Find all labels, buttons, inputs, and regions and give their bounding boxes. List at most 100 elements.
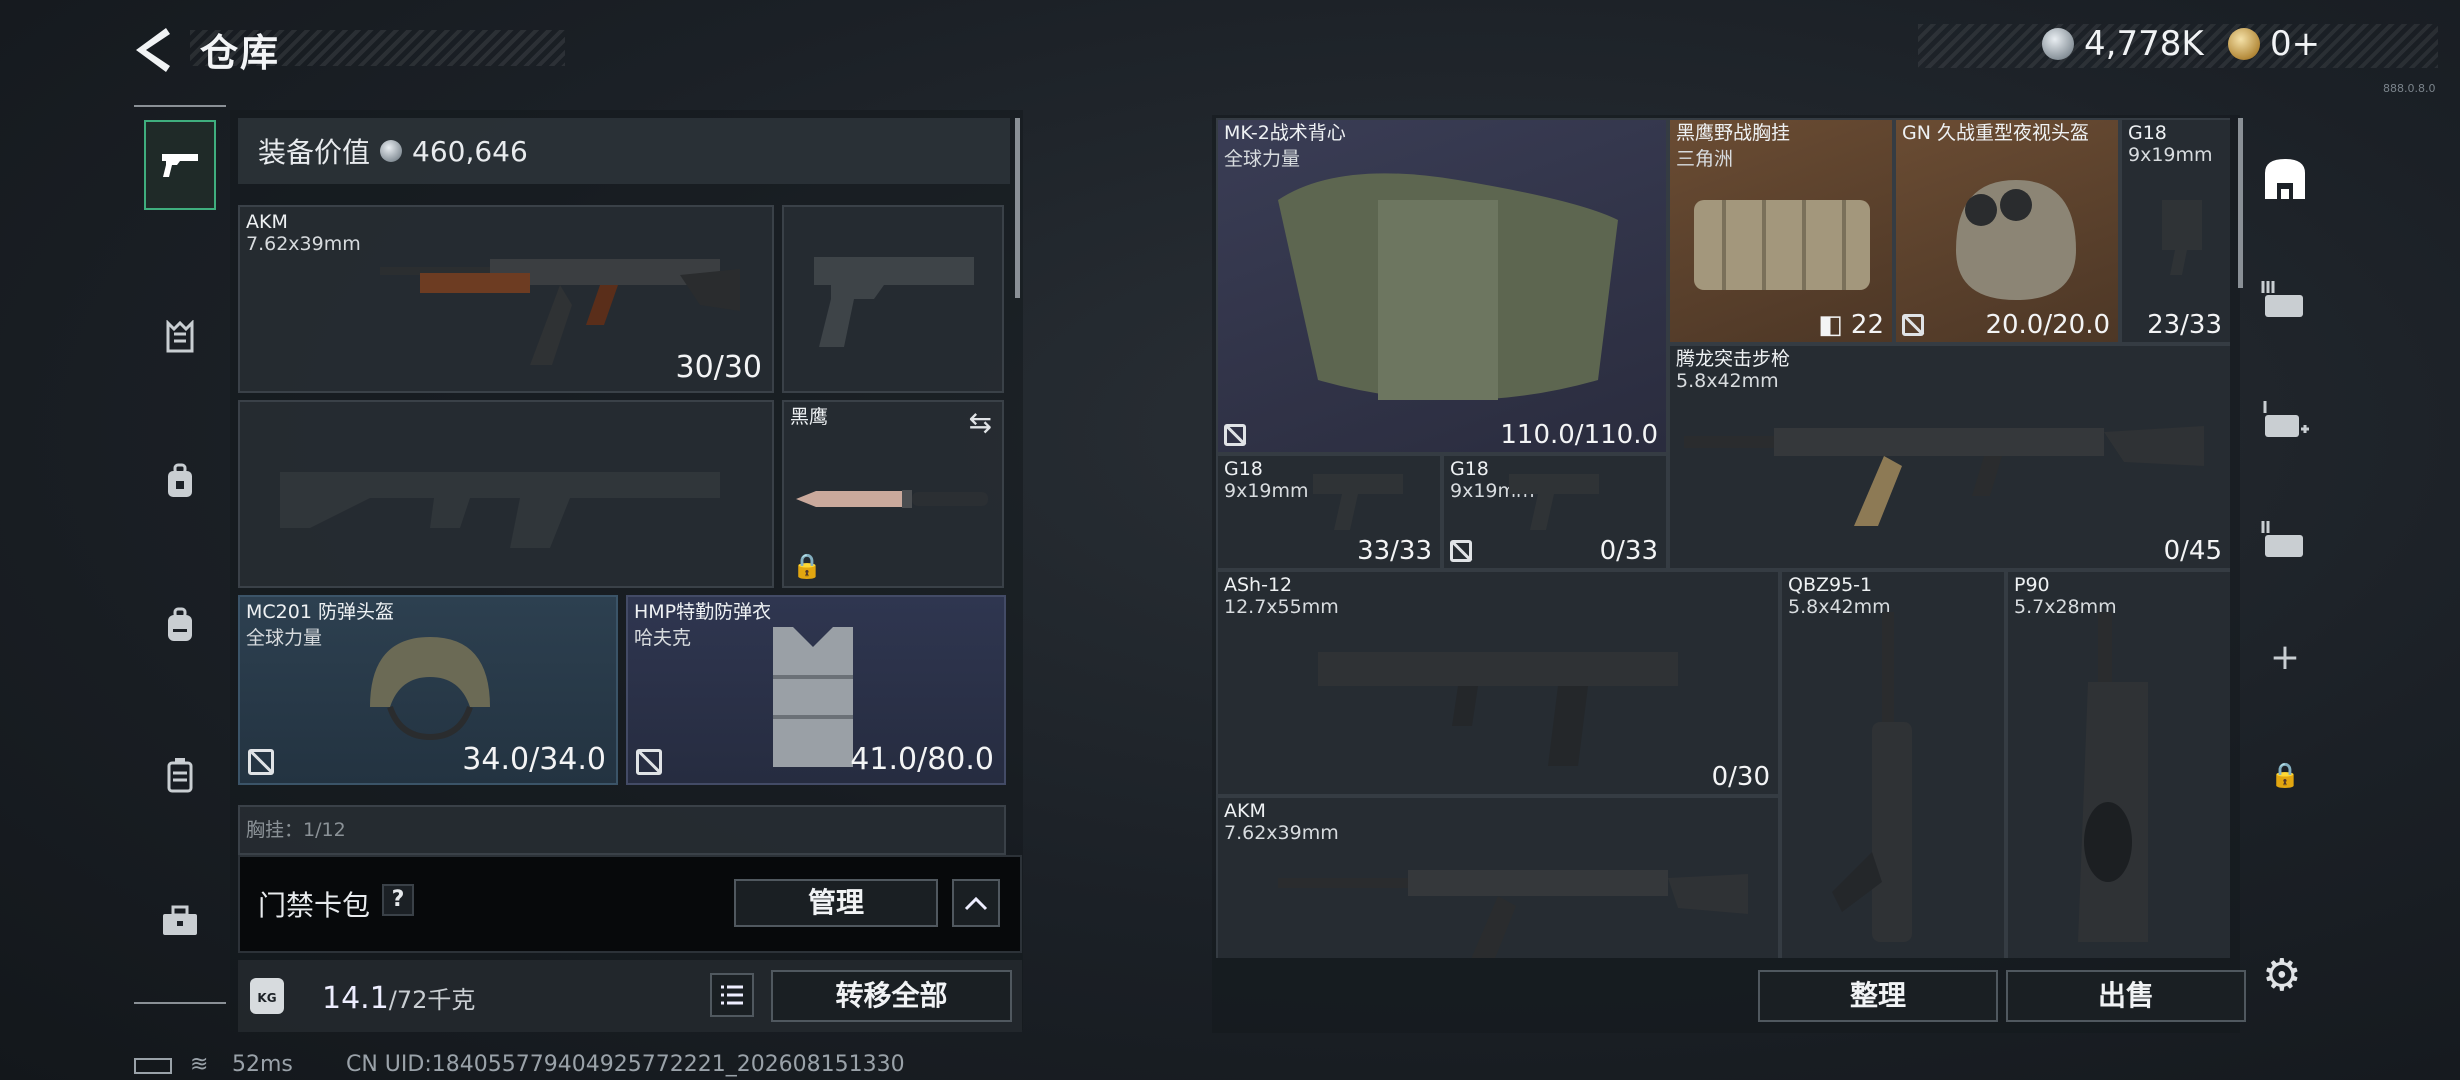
tab-toolbox[interactable] [144, 876, 216, 966]
item-name: G18 [1224, 458, 1263, 480]
helmet-slot[interactable]: MC201 防弹头盔 全球力量 34.0/34.0 [238, 595, 618, 785]
g18-image [1313, 474, 1403, 530]
silver-amount: 4,778K [2084, 24, 2204, 64]
storage-tab-main[interactable] [2250, 134, 2320, 224]
toolbox-icon [163, 905, 197, 935]
weapon-caliber: 7.62x39mm [246, 233, 361, 255]
armor-name: HMP特勤防弹衣 [634, 601, 772, 623]
item-count: 33/33 [1357, 536, 1432, 566]
secondary-weapon-slot[interactable] [238, 400, 774, 588]
item-name: P90 [2014, 574, 2050, 596]
item-name: GN 久战重型夜视头盔 [1902, 122, 2089, 144]
tenglong-image [1684, 426, 2204, 526]
storage-item-vest[interactable]: MK-2战术背心 全球力量 110.0/110.0 [1216, 118, 1668, 454]
storage-item-tenglong[interactable]: 腾龙突击步枪 5.8x42mm 0/45 [1668, 344, 2230, 570]
item-count: 0/33 [1599, 536, 1658, 566]
tab-chest-rig[interactable] [144, 292, 216, 382]
locked-storage-tab[interactable]: 🔒 [2250, 730, 2320, 820]
chevron-up-icon [964, 896, 988, 911]
chest-rig-slot-partial[interactable]: 胸挂：1/12 [238, 805, 1006, 855]
equipment-value-label: 装备价值 [258, 136, 371, 169]
storage-grid: MK-2战术背心 全球力量 110.0/110.0 黑鹰野战胸挂 三角洲 ◧ 2… [1216, 118, 2230, 958]
item-sub: 三角洲 [1676, 148, 1734, 170]
storage-item-p90[interactable]: P90 5.7x28mm [2006, 570, 2230, 958]
settings-gear-icon[interactable]: ⚙ [2262, 950, 2301, 1001]
item-name: G18 [1450, 458, 1489, 480]
item-count: 23/33 [2147, 310, 2222, 340]
storage-item-chest-rig[interactable]: 黑鹰野战胸挂 三角洲 ◧ 22 [1668, 118, 1894, 344]
storage-tab-add[interactable] [2250, 376, 2320, 466]
manage-button[interactable]: 管理 [734, 879, 938, 927]
ash12-image [1318, 652, 1678, 766]
weight-current: 14.1 [322, 981, 389, 1016]
expand-button[interactable] [952, 879, 1000, 927]
item-count: 0/30 [1711, 762, 1770, 792]
weapon-name: AKM [246, 211, 288, 233]
back-arrow-icon[interactable] [130, 22, 176, 78]
keycard-label: 门禁卡包 [258, 889, 371, 922]
silver-coin-icon [380, 140, 403, 162]
nv-helmet-image [1956, 180, 2076, 300]
swap-icon[interactable]: ⇆ [969, 406, 992, 439]
tab-backpack[interactable] [144, 580, 216, 670]
storage-item-akm[interactable]: AKM 7.62x39mm [1216, 796, 1780, 958]
melee-name: 黑鹰 [790, 406, 829, 428]
item-sub: 5.8x42mm [1676, 370, 1779, 392]
storage-item-ash12[interactable]: ASh-12 12.7x55mm 0/30 [1216, 570, 1780, 796]
storage-item-nv-helmet[interactable]: GN 久战重型夜视头盔 20.0/20.0 [1894, 118, 2120, 344]
storage-page-3-icon [2261, 281, 2303, 317]
weight-max: /72千克 [388, 986, 476, 1014]
item-count: 20.0/20.0 [1985, 310, 2110, 340]
equipment-value-amount: 460,646 [412, 134, 528, 168]
uid-text: CN UID:18405577940492577222​1_2026081513… [346, 1052, 905, 1077]
page-title: 仓库 [200, 31, 281, 75]
silver-coin-icon [2042, 28, 2074, 60]
storage-page-2-icon [2261, 521, 2303, 557]
item-name: QBZ95-1 [1788, 574, 1873, 596]
add-storage-tab[interactable]: + [2250, 612, 2320, 702]
storage-item-g18-c[interactable]: G18 9x19mm 0/33 [1442, 454, 1668, 570]
storage-scrollbar[interactable] [2238, 118, 2243, 288]
tab-secure-bag[interactable] [144, 436, 216, 526]
help-button[interactable]: ? [382, 884, 414, 916]
akm-image [1278, 870, 1748, 958]
item-name: ASh-12 [1224, 574, 1293, 596]
tab-divider [134, 105, 226, 107]
equipment-scrollbar[interactable] [1015, 118, 1020, 298]
item-name: AKM [1224, 800, 1266, 822]
transfer-all-button[interactable]: 转移全部 [771, 970, 1012, 1022]
sell-button[interactable]: 出售 [2006, 970, 2246, 1022]
gold-currency[interactable]: 0+ [2228, 24, 2320, 64]
weight-icon: KG [250, 978, 284, 1014]
pistol-slot[interactable] [782, 205, 1004, 393]
no-insure-icon [1450, 540, 1472, 562]
storage-tab-2[interactable] [2250, 496, 2320, 586]
armor-slot[interactable]: HMP特勤防弹衣 哈夫克 41.0/80.0 [626, 595, 1006, 785]
backpack-icon [168, 607, 192, 641]
tab-weapons[interactable] [144, 120, 216, 210]
storage-tab-3[interactable] [2250, 256, 2320, 346]
melee-slot[interactable]: 黑鹰 ⇆ 🔒 [782, 400, 1004, 588]
g18-image [1509, 474, 1599, 530]
list-button[interactable] [710, 973, 754, 1017]
helmet-image [370, 637, 490, 741]
version-text: 888.0.8.0 [2383, 82, 2436, 95]
pistol-icon [162, 154, 198, 177]
primary-weapon-slot[interactable]: AKM 7.62x39mm 30/30 [238, 205, 774, 393]
p90-image [2078, 612, 2148, 942]
backpack-lock-icon [168, 463, 192, 497]
vest-icon [166, 320, 194, 353]
storage-item-qbz95[interactable]: QBZ95-1 5.8x42mm [1780, 570, 2006, 958]
no-insure-icon [248, 749, 274, 775]
no-insure-icon [1224, 424, 1246, 446]
item-name: 黑鹰野战胸挂 [1676, 122, 1791, 144]
tab-divider-bottom [134, 1002, 226, 1004]
storage-item-g18-b[interactable]: G18 9x19mm 33/33 [1216, 454, 1442, 570]
plus-icon: + [2269, 636, 2301, 678]
silver-currency[interactable]: 4,778K [2042, 24, 2204, 64]
armor-durability: 41.0/80.0 [850, 742, 994, 777]
sort-button[interactable]: 整理 [1758, 970, 1998, 1022]
equipment-value: 装备价值 460,646 [238, 118, 1010, 184]
storage-item-g18-a[interactable]: G18 9x19mm 23/33 [2120, 118, 2230, 344]
tab-case[interactable] [144, 730, 216, 820]
